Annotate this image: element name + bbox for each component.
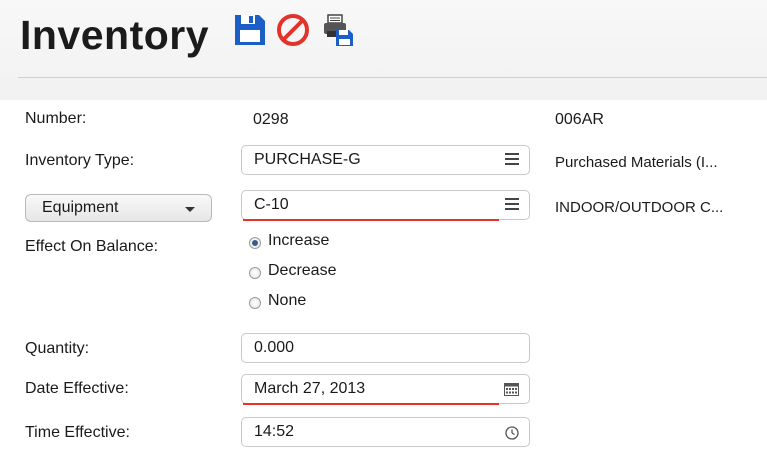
cancel-button[interactable] xyxy=(275,12,311,48)
inventory-type-label: Inventory Type: xyxy=(25,152,135,169)
number-label: Number: xyxy=(25,110,87,127)
date-effective-value: March 27, 2013 xyxy=(254,380,366,397)
date-effective-field[interactable]: March 27, 2013 xyxy=(241,374,530,405)
radio-none[interactable] xyxy=(249,297,261,309)
time-effective-field[interactable]: 14:52 xyxy=(241,417,530,447)
number-code: 006AR xyxy=(555,111,604,128)
quantity-label: Quantity: xyxy=(25,340,90,357)
calendar-icon[interactable] xyxy=(504,383,519,396)
inventory-type-field[interactable]: PURCHASE-G xyxy=(241,145,530,175)
category-value: C-10 xyxy=(254,196,289,213)
category-description: INDOOR/OUTDOOR C... xyxy=(555,199,724,216)
date-effective-label: Date Effective: xyxy=(25,380,129,397)
save-print-button[interactable] xyxy=(320,12,356,48)
required-underline xyxy=(243,403,499,405)
print-save-icon xyxy=(324,14,353,46)
list-menu-icon[interactable] xyxy=(505,198,519,210)
category-field[interactable]: C-10 xyxy=(241,190,530,221)
quantity-value: 0.000 xyxy=(254,339,295,356)
save-button[interactable] xyxy=(232,12,268,48)
floppy-disk-icon xyxy=(235,15,265,45)
radio-none-label[interactable]: None xyxy=(268,292,306,310)
category-dropdown-label: Equipment xyxy=(42,199,119,216)
time-effective-value: 14:52 xyxy=(254,423,295,440)
category-dropdown[interactable]: Equipment xyxy=(25,194,212,222)
chevron-down-icon xyxy=(185,207,195,212)
radio-decrease[interactable] xyxy=(249,267,261,279)
radio-increase[interactable] xyxy=(249,237,261,249)
inventory-type-description: Purchased Materials (I... xyxy=(555,154,718,171)
effect-on-balance-label: Effect On Balance: xyxy=(25,238,159,255)
time-effective-label: Time Effective: xyxy=(25,424,130,441)
radio-decrease-label[interactable]: Decrease xyxy=(268,262,336,280)
inventory-type-value: PURCHASE-G xyxy=(254,151,361,168)
clock-icon[interactable] xyxy=(505,426,519,440)
prohibited-icon xyxy=(277,14,309,46)
list-menu-icon[interactable] xyxy=(505,153,519,165)
required-underline xyxy=(243,219,499,221)
header-divider xyxy=(18,77,767,78)
quantity-field[interactable]: 0.000 xyxy=(241,333,530,363)
radio-increase-label[interactable]: Increase xyxy=(268,232,329,250)
page-title: Inventory xyxy=(20,12,210,58)
number-value: 0298 xyxy=(253,111,289,128)
